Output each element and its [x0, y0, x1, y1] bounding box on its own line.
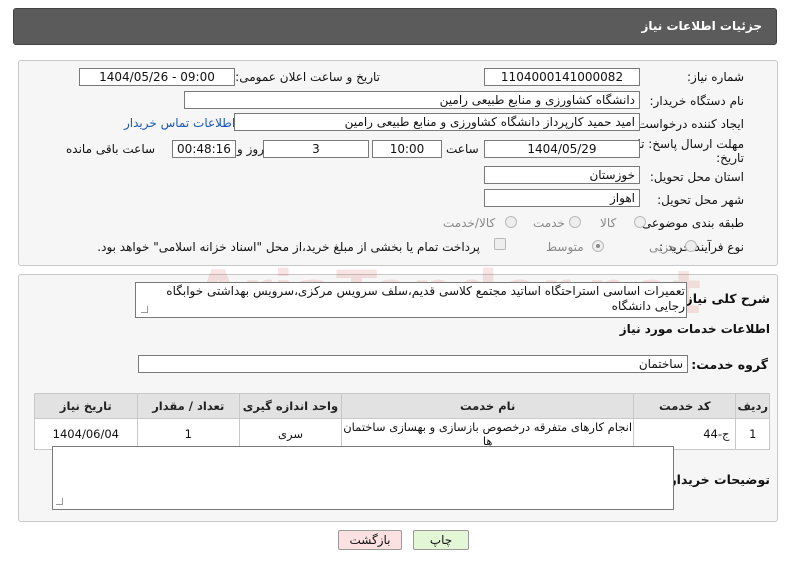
col-quantity: تعداد / مقدار	[136, 393, 240, 419]
cell-service-code: ج-44	[633, 418, 737, 450]
need-number-field[interactable]: 1104000141000082	[484, 68, 640, 86]
col-unit: واحد اندازه گیری	[238, 393, 343, 419]
deadline-time-field[interactable]: 10:00	[372, 140, 442, 158]
city-label: شهر محل تحویل:	[657, 193, 744, 207]
cell-need-date: 1404/06/04	[34, 418, 138, 450]
category-radio-service[interactable]	[569, 216, 581, 228]
remaining-label: ساعت باقی مانده	[66, 142, 156, 156]
process-radio-minor[interactable]	[685, 240, 697, 252]
description-resize-handle[interactable]	[141, 306, 148, 313]
city-field[interactable]: اهواز	[484, 189, 640, 207]
services-table: ردیف کد خدمت نام خدمت واحد اندازه گیری ت…	[34, 393, 770, 450]
deadline-label: مهلت ارسال پاسخ: تا	[637, 137, 744, 151]
deadline-time-label: ساعت	[446, 142, 479, 156]
cell-service-name: انجام کارهای متفرقه درخصوص بازسازی و بهس…	[341, 418, 635, 450]
process-option-minor: جزیی	[649, 240, 677, 254]
category-option-goods: کالا	[600, 216, 617, 230]
deadline-label-2: تاریخ:	[716, 151, 744, 165]
buyer-contact-link[interactable]: اطلاعات تماس خریدار	[124, 116, 235, 130]
buyer-notes-resize-handle[interactable]	[56, 498, 63, 505]
services-section-title: اطلاعات خدمات مورد نیاز	[619, 322, 770, 336]
treasury-checkbox[interactable]	[494, 238, 506, 250]
cell-quantity: 1	[136, 418, 240, 450]
province-label: استان محل تحویل:	[649, 170, 744, 184]
col-service-code: کد خدمت	[633, 393, 737, 419]
category-radio-goods-service[interactable]	[505, 216, 517, 228]
creator-field[interactable]: امید حمید کارپرداز دانشگاه کشاورزی و منا…	[234, 113, 640, 131]
buyer-org-field[interactable]: دانشگاه کشاورزی و منابع طبیعی رامین	[184, 91, 640, 109]
announce-field[interactable]: 1404/05/26 - 09:00	[79, 68, 235, 86]
category-option-service: خدمت	[533, 216, 565, 230]
service-group-label: گروه خدمت:	[691, 357, 768, 372]
category-option-goods-service: کالا/خدمت	[443, 216, 496, 230]
print-button[interactable]: چاپ	[413, 530, 469, 550]
service-group-field[interactable]: ساختمان	[138, 355, 688, 373]
buyer-notes-label: توضیحات خریدار:	[664, 472, 770, 487]
cell-row: 1	[735, 418, 770, 450]
back-button[interactable]: بازگشت	[338, 530, 402, 550]
category-radio-goods[interactable]	[634, 216, 646, 228]
buyer-notes-textarea[interactable]	[52, 446, 674, 510]
remaining-time-field[interactable]: 00:48:16	[172, 140, 236, 158]
days-field[interactable]: 3	[263, 140, 369, 158]
col-need-date: تاریخ نیاز	[34, 393, 138, 419]
province-field[interactable]: خوزستان	[484, 166, 640, 184]
process-option-medium: متوسط	[546, 240, 584, 254]
announce-label: تاریخ و ساعت اعلان عمومی:	[235, 70, 380, 84]
page-header: جزئیات اطلاعات نیاز	[13, 8, 777, 45]
buyer-org-label: نام دستگاه خریدار:	[649, 94, 745, 108]
description-label: شرح کلی نیاز:	[680, 291, 770, 306]
need-number-label: شماره نیاز:	[687, 70, 744, 84]
payment-note: پرداخت تمام یا بخشی از مبلغ خرید،از محل …	[97, 240, 480, 254]
table-row[interactable]: 1 ج-44 انجام کارهای متفرقه درخصوص بازساز…	[34, 418, 770, 450]
col-service-name: نام خدمت	[341, 393, 635, 419]
category-label: طبقه بندی موضوعی:	[637, 216, 744, 230]
services-table-header: ردیف کد خدمت نام خدمت واحد اندازه گیری ت…	[34, 393, 770, 419]
creator-label: ایجاد کننده درخواست:	[633, 117, 744, 131]
col-row: ردیف	[735, 393, 770, 419]
days-label: روز و	[237, 142, 264, 156]
page-title: جزئیات اطلاعات نیاز	[641, 19, 762, 33]
process-radio-medium[interactable]	[592, 240, 604, 252]
deadline-date-field[interactable]: 1404/05/29	[484, 140, 640, 158]
cell-unit: سری	[238, 418, 343, 450]
description-text: تعمیرات اساسی استراحتگاه اساتید مجتمع کل…	[166, 284, 685, 313]
